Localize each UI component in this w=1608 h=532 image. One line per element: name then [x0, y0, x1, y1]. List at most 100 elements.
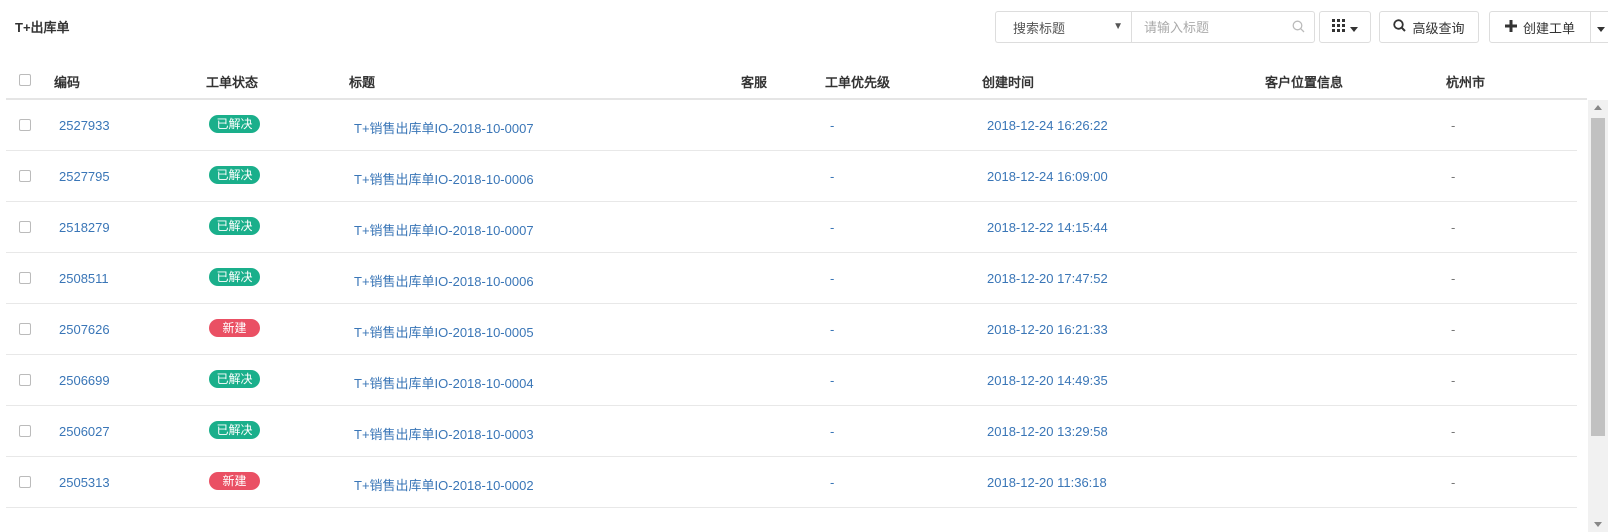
table-row[interactable]: 2508511 已解决 T+销售出库单IO-2018-10-0006 - 2018-12…	[6, 253, 1577, 304]
toolbar: 搜索标题 ▼ 高级查询 创建工单	[995, 11, 1608, 43]
table-row[interactable]: 2518279 已解决 T+销售出库单IO-2018-10-0007 - 2018-12…	[6, 202, 1577, 253]
header-agent[interactable]: 客服	[741, 72, 767, 91]
advanced-search-button[interactable]: 高级查询	[1379, 11, 1479, 43]
status-badge: 新建	[209, 472, 260, 490]
status-badge: 已解决	[209, 370, 260, 388]
priority-cell: -	[830, 271, 835, 286]
ticket-code-link[interactable]: 2507626	[59, 322, 110, 337]
create-ticket-group: 创建工单	[1489, 11, 1608, 43]
created-time-cell: 2018-12-24 16:09:00	[987, 169, 1108, 184]
header-location[interactable]: 客户位置信息	[1265, 72, 1343, 91]
ticket-code-link[interactable]: 2505313	[59, 475, 110, 490]
header-title[interactable]: 标题	[349, 72, 375, 91]
created-time-cell: 2018-12-20 13:29:58	[987, 424, 1108, 439]
vertical-scrollbar[interactable]	[1588, 100, 1608, 532]
ticket-code-link[interactable]: 2506027	[59, 424, 110, 439]
ticket-title-link[interactable]: T+销售出库单IO-2018-10-0005	[354, 322, 534, 341]
table-row[interactable]: 2506699 已解决 T+销售出库单IO-2018-10-0004 - 2018-12…	[6, 355, 1577, 406]
priority-cell: -	[830, 424, 835, 439]
ticket-title-link[interactable]: T+销售出库单IO-2018-10-0006	[354, 169, 534, 188]
search-field-label: 搜索标题	[1013, 20, 1066, 36]
created-time-cell: 2018-12-20 16:21:33	[987, 322, 1108, 337]
priority-cell: -	[830, 373, 835, 388]
select-all-checkbox[interactable]	[19, 74, 31, 86]
grid-icon	[1332, 19, 1345, 35]
ticket-title-link[interactable]: T+销售出库单IO-2018-10-0003	[354, 424, 534, 443]
caret-down-icon: ▼	[1113, 21, 1123, 32]
ticket-table: 编码 工单状态 标题 客服 工单优先级 创建时间 客户位置信息 杭州市 2527…	[6, 60, 1587, 511]
priority-cell: -	[830, 475, 835, 490]
priority-cell: -	[830, 322, 835, 337]
row-checkbox[interactable]	[19, 221, 31, 233]
search-input[interactable]	[1132, 13, 1282, 41]
status-badge: 已解决	[209, 166, 260, 184]
created-time-cell: 2018-12-24 16:26:22	[987, 118, 1108, 133]
ticket-title-link[interactable]: T+销售出库单IO-2018-10-0007	[354, 220, 534, 239]
header-priority[interactable]: 工单优先级	[825, 72, 890, 91]
city-cell: -	[1451, 118, 1456, 133]
table-row[interactable]: 2505313 新建 T+销售出库单IO-2018-10-0002 - 2018-12-…	[6, 457, 1577, 508]
ticket-code-link[interactable]: 2527933	[59, 118, 110, 133]
row-checkbox[interactable]	[19, 119, 31, 131]
ticket-code-link[interactable]: 2527795	[59, 169, 110, 184]
create-ticket-button[interactable]: 创建工单	[1490, 12, 1590, 42]
city-cell: -	[1451, 373, 1456, 388]
priority-cell: -	[830, 220, 835, 235]
ticket-title-link[interactable]: T+销售出库单IO-2018-10-0004	[354, 373, 534, 392]
row-checkbox[interactable]	[19, 170, 31, 182]
created-time-cell: 2018-12-20 11:36:18	[987, 475, 1107, 490]
table-header: 编码 工单状态 标题 客服 工单优先级 创建时间 客户位置信息 杭州市	[6, 60, 1587, 100]
table-row[interactable]: 2527795 已解决 T+销售出库单IO-2018-10-0006 - 2018-12…	[6, 151, 1577, 202]
created-time-cell: 2018-12-20 14:49:35	[987, 373, 1108, 388]
scrollbar-thumb[interactable]	[1591, 118, 1605, 436]
header-city[interactable]: 杭州市	[1446, 72, 1485, 91]
row-checkbox[interactable]	[19, 425, 31, 437]
ticket-title-link[interactable]: T+销售出库单IO-2018-10-0002	[354, 475, 534, 494]
search-icon	[1393, 19, 1407, 35]
create-ticket-label: 创建工单	[1522, 20, 1575, 36]
ticket-code-link[interactable]: 2518279	[59, 220, 110, 235]
scroll-up-icon[interactable]	[1594, 105, 1602, 110]
search-icon[interactable]	[1292, 20, 1305, 36]
status-badge: 已解决	[209, 421, 260, 439]
city-cell: -	[1451, 220, 1456, 235]
status-badge: 新建	[209, 319, 260, 337]
ticket-title-link[interactable]: T+销售出库单IO-2018-10-0006	[354, 271, 534, 290]
table-body: 2527933 已解决 T+销售出库单IO-2018-10-0007 - 2018-12…	[6, 100, 1577, 511]
header-created[interactable]: 创建时间	[982, 72, 1034, 91]
row-checkbox[interactable]	[19, 374, 31, 386]
status-badge: 已解决	[209, 217, 260, 235]
caret-down-icon	[1350, 20, 1358, 35]
city-cell: -	[1451, 271, 1456, 286]
caret-down-icon	[1596, 20, 1605, 35]
search-input-wrap	[1131, 11, 1315, 43]
page-title: T+出库单	[15, 20, 70, 35]
table-row[interactable]: 2506027 已解决 T+销售出库单IO-2018-10-0003 - 2018-12…	[6, 406, 1577, 457]
row-checkbox[interactable]	[19, 476, 31, 488]
table-row[interactable]: 2507626 新建 T+销售出库单IO-2018-10-0005 - 2018-12-…	[6, 304, 1577, 355]
header-code[interactable]: 编码	[54, 72, 80, 91]
ticket-title-link[interactable]: T+销售出库单IO-2018-10-0007	[354, 118, 534, 137]
advanced-search-label: 高级查询	[1412, 20, 1465, 36]
header-status[interactable]: 工单状态	[206, 72, 258, 91]
status-badge: 已解决	[209, 115, 260, 133]
table-row[interactable]: 2527933 已解决 T+销售出库单IO-2018-10-0007 - 2018-12…	[6, 100, 1577, 151]
column-settings-button[interactable]	[1319, 11, 1371, 43]
city-cell: -	[1451, 322, 1456, 337]
create-ticket-dropdown[interactable]	[1590, 12, 1608, 42]
city-cell: -	[1451, 424, 1456, 439]
scroll-down-icon[interactable]	[1594, 522, 1602, 527]
priority-cell: -	[830, 118, 835, 133]
created-time-cell: 2018-12-20 17:47:52	[987, 271, 1108, 286]
status-badge: 已解决	[209, 268, 260, 286]
plus-icon	[1504, 19, 1517, 35]
created-time-cell: 2018-12-22 14:15:44	[987, 220, 1108, 235]
row-checkbox[interactable]	[19, 272, 31, 284]
search-field-select[interactable]: 搜索标题 ▼	[995, 11, 1131, 43]
priority-cell: -	[830, 169, 835, 184]
city-cell: -	[1451, 475, 1456, 490]
city-cell: -	[1451, 169, 1456, 184]
ticket-code-link[interactable]: 2508511	[59, 271, 109, 286]
ticket-code-link[interactable]: 2506699	[59, 373, 110, 388]
row-checkbox[interactable]	[19, 323, 31, 335]
